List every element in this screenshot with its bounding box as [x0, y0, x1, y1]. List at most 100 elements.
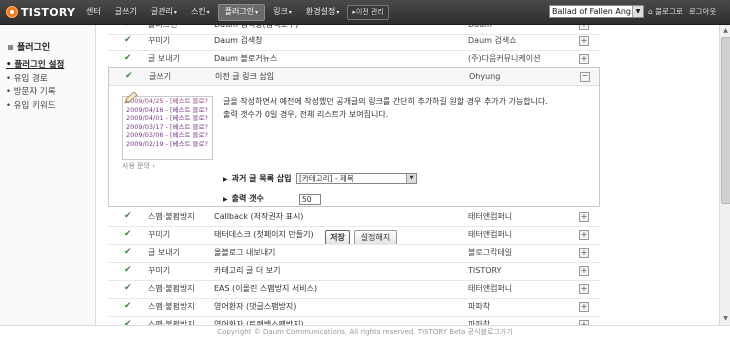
plugin-name[interactable]: Daum 검색창: [214, 32, 263, 49]
plugin-name[interactable]: 영어환자 (댓글스팸방지): [214, 298, 296, 315]
count-input[interactable]: 50: [299, 194, 321, 205]
option-link-insert-label: ▶ 과거 글 목록 삽입: [223, 173, 292, 184]
plugin-author: 블로그칵테일: [468, 248, 513, 257]
bullet-icon: [8, 45, 13, 50]
plugin-name[interactable]: 태터데스크 (첫페이지 만들기): [214, 226, 314, 243]
expand-icon[interactable]: +: [579, 266, 589, 276]
plugin-category: 스팸·불펌방지: [148, 302, 195, 311]
check-icon: ✔: [124, 247, 132, 257]
nav-link[interactable]: 링크▾: [267, 5, 298, 20]
plugin-name[interactable]: Callback (저작권자 표시): [214, 208, 303, 225]
check-icon: ✔: [124, 53, 132, 63]
check-icon: ✔: [124, 229, 132, 239]
expand-icon[interactable]: +: [579, 302, 589, 312]
nav-center[interactable]: 센터: [80, 5, 107, 19]
plugin-row: ✔ 스팸·불펌방지 영어환자 (댓글스팸방지) 파파착 +: [108, 298, 600, 317]
plugin-name[interactable]: EAS (이올린 스팸방지 서비스): [214, 280, 317, 297]
sidebar-item-visitor-log[interactable]: • 방문자 기록: [6, 86, 64, 100]
sidebar-title-text: 플러그인: [17, 43, 51, 53]
sidebar-item-keywords[interactable]: • 유입 키워드: [6, 100, 64, 114]
check-icon: ✔: [124, 301, 132, 311]
sidebar-item-label: 방문자 기록: [13, 87, 56, 97]
logo-text: TISTORY: [21, 5, 76, 19]
top-right-links: ⌂ 블로그로 로그아웃: [648, 6, 716, 17]
sidebar-item-label: 플러그인 설정: [14, 60, 65, 70]
main-nav: 센터 글쓰기 글관리▾ 스킨▾ 플러그인▾ 링크▾ 환경설정▾ ▸이전 관리: [80, 3, 389, 21]
plugin-row: ✔ 스팸·불펌방지 EAS (이올린 스팸방지 서비스) 태터앤컴퍼니 +: [108, 280, 600, 299]
scroll-up-icon[interactable]: ▲: [721, 26, 730, 36]
sidebar-item-label: 유입 경로: [13, 73, 48, 84]
option-count-label: ▶ 출력 갯수: [223, 193, 264, 204]
plugin-author: TISTORY: [468, 266, 502, 275]
plugin-name[interactable]: 카테고리 글 더 보기: [214, 262, 281, 279]
plugin-row-expanded: ✔ 글쓰기 이전 글 링크 삽입 Ohyung −: [109, 68, 599, 86]
expand-icon[interactable]: +: [579, 230, 589, 240]
plugin-name[interactable]: 영어환자 (트랙백스팸방지): [214, 316, 304, 325]
expand-icon[interactable]: +: [579, 36, 589, 46]
option-label: 출력 갯수: [231, 194, 264, 203]
plugin-name[interactable]: Daum 블로거뉴스: [214, 50, 277, 67]
nav-write[interactable]: 글쓰기: [109, 5, 143, 19]
scroll-thumb[interactable]: [721, 37, 730, 204]
nav-skin[interactable]: 스킨▾: [185, 5, 216, 20]
arrow-right-icon: ▶: [223, 196, 228, 203]
nav-settings[interactable]: 환경설정▾: [300, 5, 345, 20]
preview-line: 2009/04/01 - [베스트 블로?: [126, 114, 208, 122]
logout-link[interactable]: 로그아웃: [689, 6, 717, 17]
expand-icon[interactable]: +: [579, 248, 589, 258]
nav-label: 플러그인: [224, 6, 255, 16]
preview-line: 2009/02/19 - [베스트 블로?: [126, 139, 208, 148]
blog-home-link[interactable]: ⌂ 블로그로: [648, 6, 683, 17]
usage-inquiry-link[interactable]: 사용 문의 ›: [122, 161, 155, 171]
plugin-row: ✔ 꾸미기 카테고리 글 더 보기 TISTORY +: [108, 262, 600, 281]
check-icon: ✔: [125, 71, 133, 81]
nav-label: 환경설정: [305, 6, 336, 16]
preview-line: 2009/04/16 - [베스트 블로?: [126, 105, 208, 114]
sidebar-item-plugin-settings[interactable]: • 플러그인 설정: [6, 59, 64, 73]
chevron-down-icon: ▾: [336, 8, 340, 16]
plugin-author: (주)다음커뮤니케이션: [468, 54, 541, 63]
expand-icon[interactable]: +: [579, 284, 589, 294]
plugin-detail-panel: ✔ 글쓰기 이전 글 링크 삽입 Ohyung − 2009/04/25 - […: [108, 67, 600, 245]
plugin-category: 글쓰기: [149, 72, 172, 81]
plugin-preview-image: 2009/04/25 - [베스트 블로? 2009/04/16 - [베스트 …: [122, 96, 213, 160]
chevron-down-icon: ▾: [173, 8, 177, 16]
nav-plugin[interactable]: 플러그인▾: [217, 3, 266, 21]
preview-line: 2009/03/17 - [베스트 블로?: [126, 122, 208, 131]
plugin-name[interactable]: 올블로그 내보내기: [214, 244, 275, 261]
plugin-name[interactable]: 이전 글 링크 삽입: [215, 68, 274, 85]
sidebar-title: 플러그인: [8, 40, 50, 53]
plugin-category: 글 보내기: [148, 54, 180, 63]
logo-circle-icon: [6, 6, 18, 18]
nav-label: 센터: [86, 7, 101, 16]
nav-posts[interactable]: 글관리▾: [145, 5, 183, 20]
link-format-select[interactable]: [카테고리] - 제목 ▼: [296, 173, 417, 184]
chevron-down-icon: ▾: [288, 8, 292, 16]
plugin-category: 스팸·불펌방지: [148, 284, 195, 293]
select-value: [카테고리] - 제목: [299, 174, 354, 183]
plugin-author: 파파착: [468, 302, 491, 311]
expand-icon[interactable]: +: [579, 54, 589, 64]
scroll-down-icon[interactable]: ▼: [721, 314, 730, 324]
sidebar-item-referrer[interactable]: • 유입 경로: [6, 73, 64, 87]
nav-label: 링크: [273, 6, 288, 16]
expand-icon[interactable]: +: [579, 212, 589, 222]
footer-copyright: Copyright © Daum Communications. All rig…: [217, 328, 513, 336]
plugin-row: ✔ 스팸·불펌방지 영어환자 (트랙백스팸방지) 파파착 +: [108, 316, 600, 325]
plugin-author: 태터앤컴퍼니: [468, 284, 513, 293]
plugin-author: 태터앤컴퍼니: [468, 230, 513, 239]
plugin-author: Daum 검색쇼: [468, 36, 517, 45]
blog-select[interactable]: Ballad of Fallen Ang... ▼: [549, 5, 644, 18]
preview-line: 2009/03/06 - [베스트 블로?: [126, 131, 208, 139]
plugin-row: ✔ 꾸미기 태터데스크 (첫페이지 만들기) 태터앤컴퍼니 +: [108, 226, 600, 245]
collapse-icon[interactable]: −: [580, 72, 590, 82]
chevron-down-icon: ▼: [632, 6, 643, 17]
prev-admin-button[interactable]: ▸이전 관리: [347, 4, 389, 20]
chevron-down-icon: ▼: [406, 174, 416, 183]
vertical-scrollbar[interactable]: ▲ ▼: [719, 25, 730, 325]
expand-icon[interactable]: +: [579, 25, 589, 30]
plugin-category: 꾸미기: [148, 36, 171, 45]
tistory-logo[interactable]: TISTORY: [6, 4, 75, 20]
check-icon: ✔: [124, 283, 132, 293]
plugin-list: ✔ 플러그인 Daum 검색창(검색도구) Daum + ✔ 꾸미기 Daum …: [108, 25, 600, 325]
